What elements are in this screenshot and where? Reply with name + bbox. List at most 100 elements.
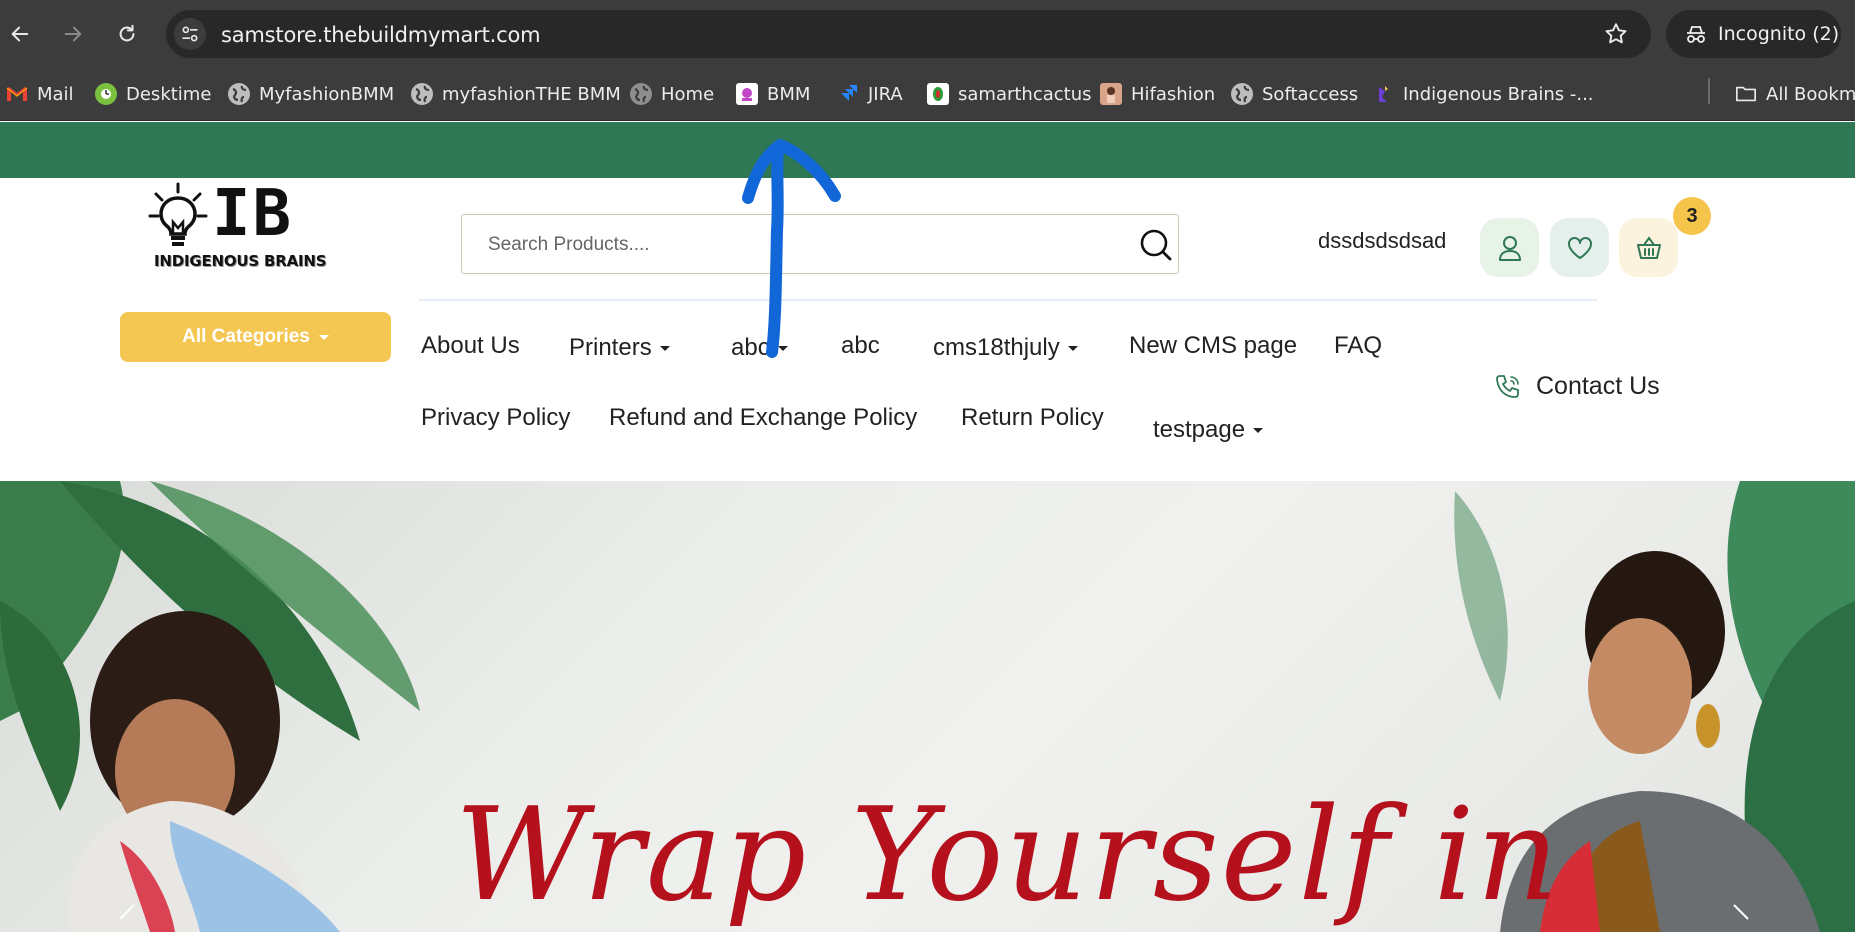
bookmarks-bar: Mail Desktime MyfashionBMM myfashionTHE … [0,68,1855,121]
jira-icon [837,83,859,105]
phone-icon [1496,374,1519,398]
bookmark-label: Indigenous Brains -... [1403,83,1594,105]
hero-banner: Wrap Yourself in [0,481,1855,932]
bookmarks-separator [1708,78,1710,104]
logo-wordmark: INDIGENOUS BRAINS [154,252,327,270]
globe-icon [630,83,652,105]
bmm-icon [736,83,758,105]
bookmark-myfashionbmm[interactable]: MyfashionBMM [228,80,394,108]
bookmark-home[interactable]: Home [630,80,714,108]
back-button[interactable] [2,16,38,52]
globe-icon [411,83,433,105]
user-icon [1498,235,1521,261]
bookmark-indigenous-brains[interactable]: Indigenous Brains -... [1372,80,1594,108]
tune-icon [182,26,198,42]
nav-label: New CMS page [1129,332,1298,359]
wishlist-button[interactable] [1550,218,1609,277]
caret-down-icon [1067,346,1078,352]
nav-item-abc-dropdown[interactable]: abc [731,334,788,362]
hifashion-icon [1100,83,1122,105]
nav-label: testpage [1153,416,1246,443]
contact-us-label: Contact Us [1536,372,1660,400]
bookmark-label: MyfashionBMM [259,83,395,105]
incognito-button[interactable]: Incognito (2) [1666,10,1841,58]
browser-toolbar: samstore.thebuildmymart.com Incognito (2… [0,0,1855,68]
bookmark-samarthcactus[interactable]: samarthcactus [927,80,1092,108]
hero-title: Wrap Yourself in [455,781,1561,930]
bookmark-label: Home [661,83,715,105]
indigenous-brains-icon [1372,83,1394,105]
nav-item-abc[interactable]: abc [841,332,880,360]
back-arrow-icon [11,26,29,42]
nav-label: About Us [421,332,520,359]
basket-icon [1636,235,1661,259]
bookmark-label: Softaccess [1262,83,1359,105]
search-input[interactable] [488,229,1088,261]
bookmark-jira[interactable]: JIRA [837,80,903,108]
bookmark-label: samarthcactus [958,83,1092,105]
nav-item-about-us[interactable]: About Us [421,332,520,360]
search-icon [1140,229,1172,261]
bookmark-hifashion[interactable]: Hifashion [1100,80,1215,108]
nav-item-new-cms-page[interactable]: New CMS page [1129,332,1297,360]
reload-icon [119,24,135,42]
bookmark-bmm[interactable]: BMM [736,80,810,108]
caret-down-icon [318,334,329,340]
bookmark-label: myfashionTHE BMM [442,83,621,105]
nav-item-faq[interactable]: FAQ [1334,332,1382,360]
bookmark-label: JIRA [868,83,903,105]
nav-label: Refund and Exchange Policy [609,404,918,431]
caret-down-icon [1253,428,1264,434]
bookmark-softaccess[interactable]: Softaccess [1231,80,1358,108]
nav-item-printers[interactable]: Printers [569,334,670,362]
bookmark-label: Hifashion [1131,83,1216,105]
username-label[interactable]: dssdsdsdsad [1318,228,1446,254]
bookmark-mail[interactable]: Mail [6,80,74,108]
lightbulb-icon [148,182,208,246]
nav-label: Privacy Policy [421,404,571,431]
bookmark-star-button[interactable] [1603,21,1629,52]
reload-button[interactable] [109,16,145,52]
all-categories-label: All Categories [182,326,310,347]
nav-item-refund-exchange[interactable]: Refund and Exchange Policy [609,404,917,432]
caret-down-icon [777,346,788,352]
star-icon [1605,23,1627,44]
nav-item-testpage[interactable]: testpage [1153,416,1264,444]
desktime-icon [95,83,117,105]
incognito-label: Incognito (2) [1718,23,1840,45]
slider-prev-icon[interactable] [112,901,142,931]
globe-icon [228,83,250,105]
nav-label: Printers [569,334,652,361]
header-divider [419,299,1597,301]
all-categories-button[interactable]: All Categories [120,312,391,362]
nav-label: abc [731,334,770,361]
nav-item-privacy-policy[interactable]: Privacy Policy [421,404,570,432]
cart-count-badge: 3 [1673,197,1711,235]
site-info-button[interactable] [174,18,206,50]
search-box [461,214,1179,274]
heart-icon [1567,236,1592,259]
site-logo[interactable]: IB INDIGENOUS BRAINS [148,182,378,272]
address-bar[interactable]: samstore.thebuildmymart.com [166,10,1651,58]
nav-item-return-policy[interactable]: Return Policy [961,404,1104,432]
bookmark-desktime[interactable]: Desktime [95,80,211,108]
slider-next-icon[interactable] [1726,901,1756,931]
folder-icon [1735,83,1757,105]
cactus-icon [927,83,949,105]
account-button[interactable] [1480,218,1539,277]
nav-label: FAQ [1334,332,1383,359]
all-bookmarks-button[interactable]: All Bookma [1735,80,1855,108]
nav-item-cms18thjuly[interactable]: cms18thjuly [933,334,1078,362]
incognito-icon [1687,26,1705,43]
globe-icon [1231,83,1253,105]
url-text[interactable]: samstore.thebuildmymart.com [221,23,541,47]
bookmark-label: BMM [767,83,811,105]
cart-button[interactable] [1619,218,1678,277]
bookmark-label: Desktime [126,83,212,105]
search-button[interactable] [1136,225,1176,265]
forward-button[interactable] [55,16,91,52]
nav-label: Return Policy [961,404,1104,431]
bookmark-myfashionthebmm[interactable]: myfashionTHE BMM [411,80,621,108]
nav-label: cms18thjuly [933,334,1060,361]
contact-us-link[interactable]: Contact Us [1494,372,1660,401]
